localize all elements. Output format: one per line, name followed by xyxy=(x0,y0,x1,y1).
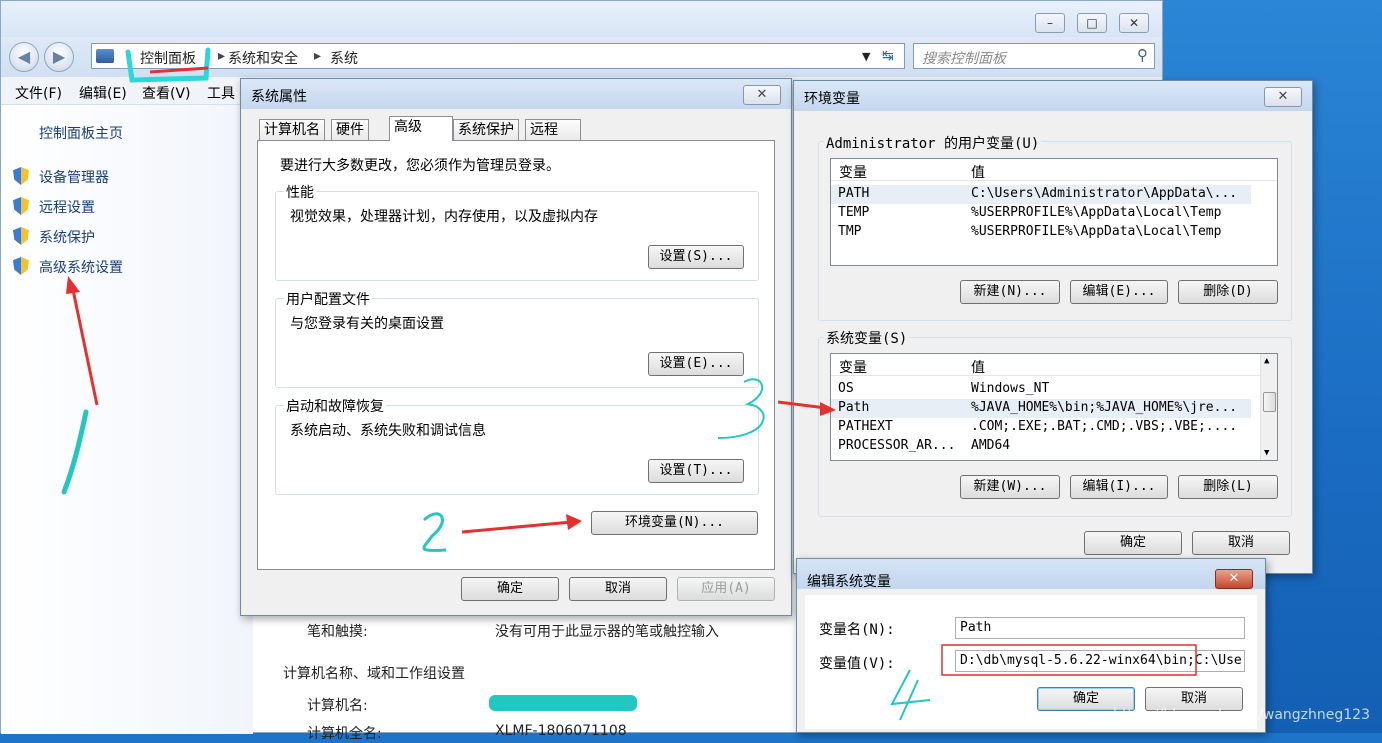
cyan-stroke xyxy=(61,409,89,495)
annotation-number-4 xyxy=(890,669,931,721)
red-arrowhead xyxy=(66,276,80,294)
annotation-overlay xyxy=(61,47,1197,721)
red-arrow xyxy=(777,400,827,410)
red-arrowhead xyxy=(820,402,836,416)
red-arrowhead xyxy=(566,514,582,530)
red-arrow xyxy=(70,284,99,406)
red-arrow xyxy=(461,520,573,534)
tab-advanced[interactable]: 高级 xyxy=(389,116,453,141)
red-arrow xyxy=(149,66,209,74)
annotation-number-3 xyxy=(717,378,765,439)
watermark-text: https://blog.csdn.net/wangzhneg123 xyxy=(1113,707,1370,723)
highlight-mark xyxy=(125,47,211,83)
value-highlight-box xyxy=(941,644,1197,676)
annotation-number-2 xyxy=(422,512,447,552)
